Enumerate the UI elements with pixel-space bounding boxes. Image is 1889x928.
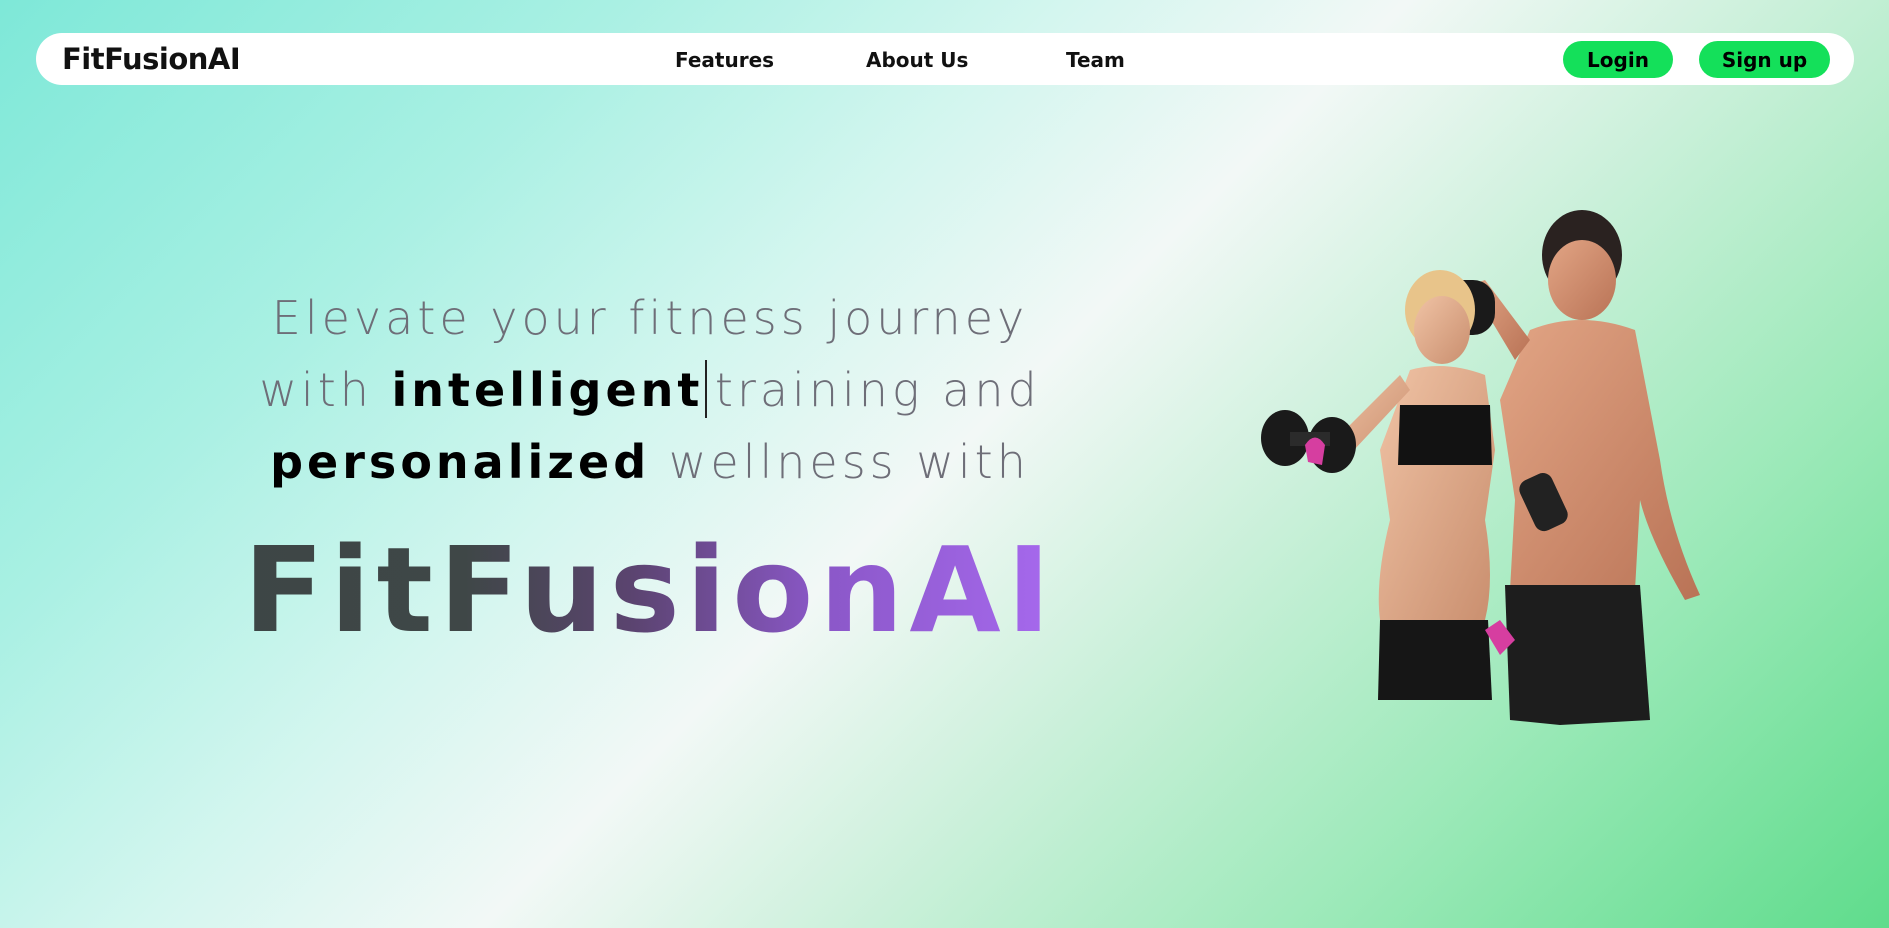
hero-line-2: with intelligent training and — [230, 354, 1070, 426]
text-cursor — [705, 360, 707, 418]
fitness-couple-image — [1261, 210, 1700, 725]
nav-link-features[interactable]: Features — [675, 48, 774, 72]
brand-logo[interactable]: FitFusionAI — [62, 42, 241, 76]
hero-line-2-suffix: training and — [714, 363, 1041, 417]
hero-line-3-suffix: wellness with — [650, 435, 1030, 489]
nav-link-about-us[interactable]: About Us — [866, 48, 968, 72]
hero-bold-personalized: personalized — [270, 435, 651, 489]
hero-line-3: personalized wellness with — [230, 426, 1070, 498]
signup-button[interactable]: Sign up — [1699, 41, 1830, 78]
hero-line-1: Elevate your fitness journey — [271, 291, 1029, 345]
hero-brand-title: FitFusionAI — [230, 520, 1070, 660]
hero-line-2-prefix: with — [259, 363, 392, 417]
hero-tagline: Elevate your fitness journey with intell… — [230, 282, 1070, 498]
hero-bold-intelligent: intelligent — [391, 363, 704, 417]
top-navbar: FitFusionAI Features About Us Team Login… — [36, 33, 1854, 85]
nav-link-team[interactable]: Team — [1066, 48, 1125, 72]
login-button[interactable]: Login — [1563, 41, 1673, 78]
